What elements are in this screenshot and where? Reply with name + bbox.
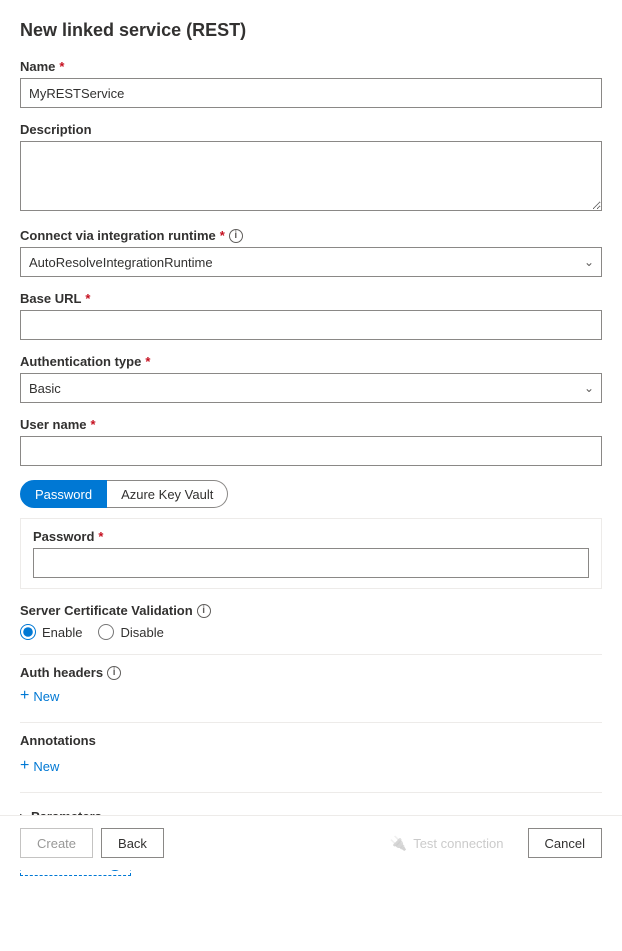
username-required: * <box>90 417 95 432</box>
username-input[interactable] <box>20 436 602 466</box>
auth-headers-label: Auth headers i <box>20 665 602 680</box>
name-field-group: Name * <box>20 59 602 108</box>
annotations-group: Annotations + New <box>20 733 602 778</box>
enable-radio-item[interactable]: Enable <box>20 624 82 640</box>
auth-type-label: Authentication type * <box>20 354 602 369</box>
disable-radio[interactable] <box>98 624 114 640</box>
ir-select-wrapper: AutoResolveIntegrationRuntime ⌄ <box>20 247 602 277</box>
password-toggle-group: Password Azure Key Vault <box>20 480 602 508</box>
password-section: Password * <box>20 518 602 589</box>
disable-label: Disable <box>120 625 163 640</box>
username-group: User name * <box>20 417 602 466</box>
azure-key-vault-tab-button[interactable]: Azure Key Vault <box>107 480 228 508</box>
auth-headers-group: Auth headers i + New <box>20 665 602 708</box>
name-required: * <box>59 59 64 74</box>
integration-runtime-group: Connect via integration runtime * i Auto… <box>20 228 602 277</box>
test-connection-button[interactable]: 🔌 Test connection <box>374 828 520 858</box>
base-url-required: * <box>85 291 90 306</box>
page-title: New linked service (REST) <box>20 20 602 41</box>
password-required: * <box>98 529 103 544</box>
username-label: User name * <box>20 417 602 432</box>
server-cert-label: Server Certificate Validation i <box>20 603 602 618</box>
base-url-label: Base URL * <box>20 291 602 306</box>
description-input[interactable] <box>20 141 602 211</box>
integration-runtime-label: Connect via integration runtime * i <box>20 228 602 243</box>
enable-label: Enable <box>42 625 82 640</box>
server-cert-group: Server Certificate Validation i Enable D… <box>20 603 602 640</box>
footer: Create Back 🔌 Test connection Cancel <box>0 815 622 870</box>
auth-type-select-wrapper: Basic Anonymous Service Principal Manage… <box>20 373 602 403</box>
cancel-button[interactable]: Cancel <box>528 828 602 858</box>
create-button[interactable]: Create <box>20 828 93 858</box>
auth-type-required: * <box>145 354 150 369</box>
annotations-plus-icon: + <box>20 758 29 774</box>
description-field-group: Description <box>20 122 602 214</box>
annotations-label: Annotations <box>20 733 602 748</box>
auth-headers-new-button[interactable]: + New <box>20 684 59 708</box>
name-input[interactable] <box>20 78 602 108</box>
back-button[interactable]: Back <box>101 828 164 858</box>
ir-required: * <box>220 228 225 243</box>
password-input[interactable] <box>33 548 589 578</box>
auth-headers-plus-icon: + <box>20 688 29 704</box>
name-label: Name * <box>20 59 602 74</box>
description-label: Description <box>20 122 602 137</box>
password-tab-button[interactable]: Password <box>20 480 107 508</box>
server-cert-info-icon[interactable]: i <box>197 604 211 618</box>
ir-select[interactable]: AutoResolveIntegrationRuntime <box>20 247 602 277</box>
annotations-new-button[interactable]: + New <box>20 754 59 778</box>
auth-type-select[interactable]: Basic Anonymous Service Principal Manage… <box>20 373 602 403</box>
auth-headers-info-icon[interactable]: i <box>107 666 121 680</box>
disable-radio-item[interactable]: Disable <box>98 624 163 640</box>
password-label: Password * <box>33 529 589 544</box>
test-connection-icon: 🔌 <box>390 835 407 852</box>
base-url-group: Base URL * <box>20 291 602 340</box>
auth-type-group: Authentication type * Basic Anonymous Se… <box>20 354 602 403</box>
enable-radio[interactable] <box>20 624 36 640</box>
base-url-input[interactable] <box>20 310 602 340</box>
ir-info-icon[interactable]: i <box>229 229 243 243</box>
server-cert-radio-group: Enable Disable <box>20 624 602 640</box>
